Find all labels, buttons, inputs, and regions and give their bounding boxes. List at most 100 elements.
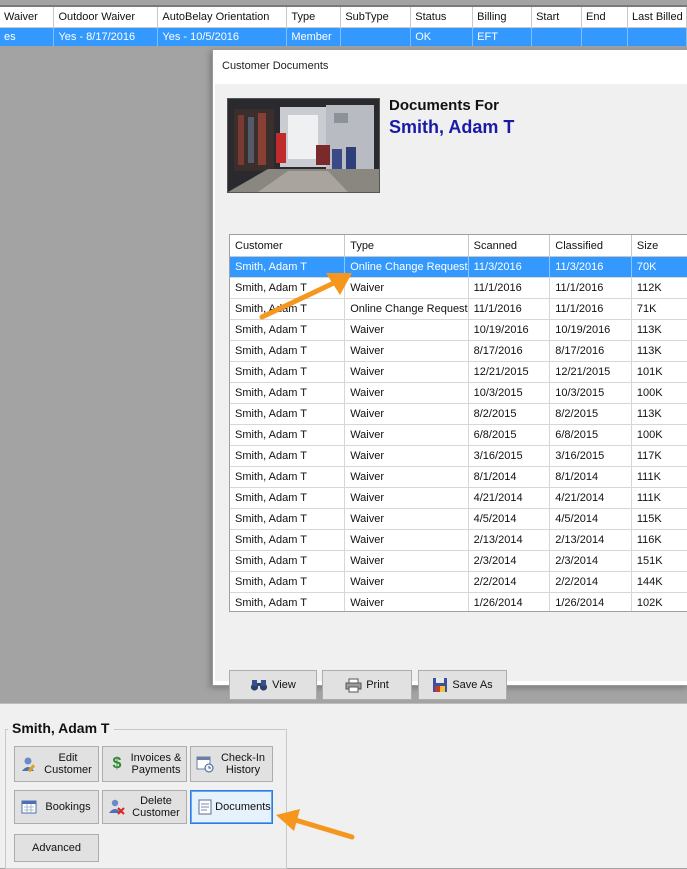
document-cell: 8/17/2016 xyxy=(549,340,632,362)
delete-customer-button[interactable]: Delete Customer xyxy=(102,790,187,824)
view-button[interactable]: View xyxy=(229,670,317,700)
document-row[interactable]: Smith, Adam T Waiver 3/16/2015 3/16/2015 117… xyxy=(230,445,687,467)
customer-documents-dialog: Customer Documents Documents For Smith, … xyxy=(212,49,687,700)
document-row[interactable]: Smith, Adam T Waiver 2/2/2014 2/2/2014 144K xyxy=(230,571,687,593)
bookings-button[interactable]: Bookings xyxy=(14,790,99,824)
document-row[interactable]: Smith, Adam T Waiver 10/3/2015 10/3/2015 100… xyxy=(230,382,687,404)
documents-for-label: Documents For xyxy=(389,97,500,114)
documents-table: Customer Type Scanned Classified Size Smith,… xyxy=(230,235,687,611)
document-cell: 113K xyxy=(631,319,687,341)
document-cell: Waiver xyxy=(344,340,469,362)
document-row[interactable]: Smith, Adam T Waiver 4/5/2014 4/5/2014 115K xyxy=(230,508,687,530)
document-row[interactable]: Smith, Adam T Waiver 10/19/2016 10/19/2016 1… xyxy=(230,319,687,341)
member-column-header[interactable]: Type xyxy=(286,7,342,28)
documents-column-header[interactable]: Type xyxy=(344,235,469,257)
delete-customer-label: Delete Customer xyxy=(132,795,180,819)
document-cell: Smith, Adam T xyxy=(230,529,346,551)
document-cell: Waiver xyxy=(344,361,469,383)
document-cell: 3/16/2015 xyxy=(468,445,551,467)
document-cell: 6/8/2015 xyxy=(468,424,551,446)
document-row[interactable]: Smith, Adam T Waiver 4/21/2014 4/21/2014 111… xyxy=(230,487,687,509)
document-row[interactable]: Smith, Adam T Waiver 8/2/2015 8/2/2015 113K xyxy=(230,403,687,425)
document-cell: 11/1/2016 xyxy=(468,298,551,320)
documents-grid[interactable]: Customer Type Scanned Classified Size Smith,… xyxy=(229,234,687,612)
document-cell: 2/13/2014 xyxy=(549,529,632,551)
print-button[interactable]: Print xyxy=(322,670,412,700)
document-cell: Waiver xyxy=(344,445,469,467)
document-cell: 2/2/2014 xyxy=(549,571,632,593)
binoculars-icon xyxy=(251,680,268,691)
member-cell xyxy=(627,27,687,46)
document-cell: 112K xyxy=(631,277,687,299)
document-cell: Smith, Adam T xyxy=(230,403,346,425)
document-cell: Waiver xyxy=(344,424,469,446)
document-cell: Smith, Adam T xyxy=(230,466,346,488)
member-cell: Yes - 8/17/2016 xyxy=(53,27,159,46)
documents-column-header[interactable]: Customer xyxy=(230,235,346,257)
document-cell: Waiver xyxy=(344,529,469,551)
document-cell: 100K xyxy=(631,382,687,404)
document-row[interactable]: Smith, Adam T Online Change Request 11/3/2… xyxy=(230,256,687,278)
member-cell: OK xyxy=(410,27,474,46)
documents-column-header[interactable]: Size xyxy=(631,235,687,257)
document-row[interactable]: Smith, Adam T Waiver 8/1/2014 8/1/2014 111K xyxy=(230,466,687,488)
document-cell: Waiver xyxy=(344,550,469,572)
customer-actions-pane: Smith, Adam T Edit Customer $ Invoices &… xyxy=(0,703,687,869)
document-cell: 10/19/2016 xyxy=(549,319,632,341)
document-row[interactable]: Smith, Adam T Waiver 12/21/2015 12/21/2015 1… xyxy=(230,361,687,383)
document-cell: Waiver xyxy=(344,508,469,530)
member-column-header[interactable]: Waiver xyxy=(0,7,55,28)
documents-column-header[interactable]: Scanned xyxy=(468,235,551,257)
document-cell: 8/1/2014 xyxy=(549,466,632,488)
document-cell: 1/26/2014 xyxy=(468,592,551,611)
document-cell: 8/2/2015 xyxy=(468,403,551,425)
document-row[interactable]: Smith, Adam T Waiver 6/8/2015 6/8/2015 100K xyxy=(230,424,687,446)
document-row[interactable]: Smith, Adam T Waiver 1/26/2014 1/26/2014 102… xyxy=(230,592,687,611)
save-disk-icon xyxy=(433,678,448,692)
document-row[interactable]: Smith, Adam T Waiver 2/13/2014 2/13/2014 116… xyxy=(230,529,687,551)
document-cell: 111K xyxy=(631,487,687,509)
member-column-header[interactable]: Start xyxy=(531,7,583,28)
save-as-button-label: Save As xyxy=(452,679,493,691)
document-cell: 12/21/2015 xyxy=(468,361,551,383)
document-row[interactable]: Smith, Adam T Waiver 2/3/2014 2/3/2014 151K xyxy=(230,550,687,572)
member-cell: Member xyxy=(286,27,342,46)
dialog-title: Customer Documents xyxy=(222,60,329,72)
invoices-payments-label: Invoices & Payments xyxy=(130,752,182,776)
document-cell: 70K xyxy=(631,256,687,278)
checkin-history-button[interactable]: Check-In History xyxy=(190,746,273,782)
document-cell: 11/1/2016 xyxy=(549,277,632,299)
member-column-header[interactable]: AutoBelay Orientation xyxy=(157,7,288,28)
member-column-header[interactable]: Outdoor Waiver xyxy=(53,7,159,28)
save-as-button[interactable]: Save As xyxy=(418,670,507,700)
member-column-header[interactable]: SubType xyxy=(340,7,412,28)
member-cell xyxy=(581,27,628,46)
member-column-header[interactable]: Last Billed xyxy=(627,7,687,28)
document-cell: 4/5/2014 xyxy=(468,508,551,530)
delete-user-icon xyxy=(109,799,125,815)
edit-customer-button[interactable]: Edit Customer xyxy=(14,746,99,782)
documents-column-header[interactable]: Classified xyxy=(549,235,632,257)
document-row[interactable]: Smith, Adam T Online Change Request 11/1/2… xyxy=(230,298,687,320)
advanced-label: Advanced xyxy=(32,842,81,854)
document-row[interactable]: Smith, Adam T Waiver 8/17/2016 8/17/2016 113… xyxy=(230,340,687,362)
customer-name-heading: Smith, Adam T xyxy=(389,117,515,137)
document-cell: 4/5/2014 xyxy=(549,508,632,530)
documents-button[interactable]: Documents xyxy=(190,790,273,824)
member-row-selected[interactable]: es Yes - 8/17/2016 Yes - 10/5/2016 Member OK… xyxy=(0,27,687,46)
document-cell: 117K xyxy=(631,445,687,467)
document-cell: 144K xyxy=(631,571,687,593)
document-cell: 151K xyxy=(631,550,687,572)
document-cell: 113K xyxy=(631,340,687,362)
member-column-header[interactable]: Status xyxy=(410,7,474,28)
invoices-payments-button[interactable]: $ Invoices & Payments xyxy=(102,746,187,782)
document-cell: 2/13/2014 xyxy=(468,529,551,551)
document-cell: 11/3/2016 xyxy=(549,256,632,278)
document-cell: Smith, Adam T xyxy=(230,571,346,593)
document-row[interactable]: Smith, Adam T Waiver 11/1/2016 11/1/2016 112… xyxy=(230,277,687,299)
member-column-header[interactable]: End xyxy=(581,7,628,28)
advanced-button[interactable]: Advanced xyxy=(14,834,99,862)
document-cell: 10/19/2016 xyxy=(468,319,551,341)
member-column-header[interactable]: Billing xyxy=(472,7,533,28)
dollar-icon: $ xyxy=(112,755,122,772)
